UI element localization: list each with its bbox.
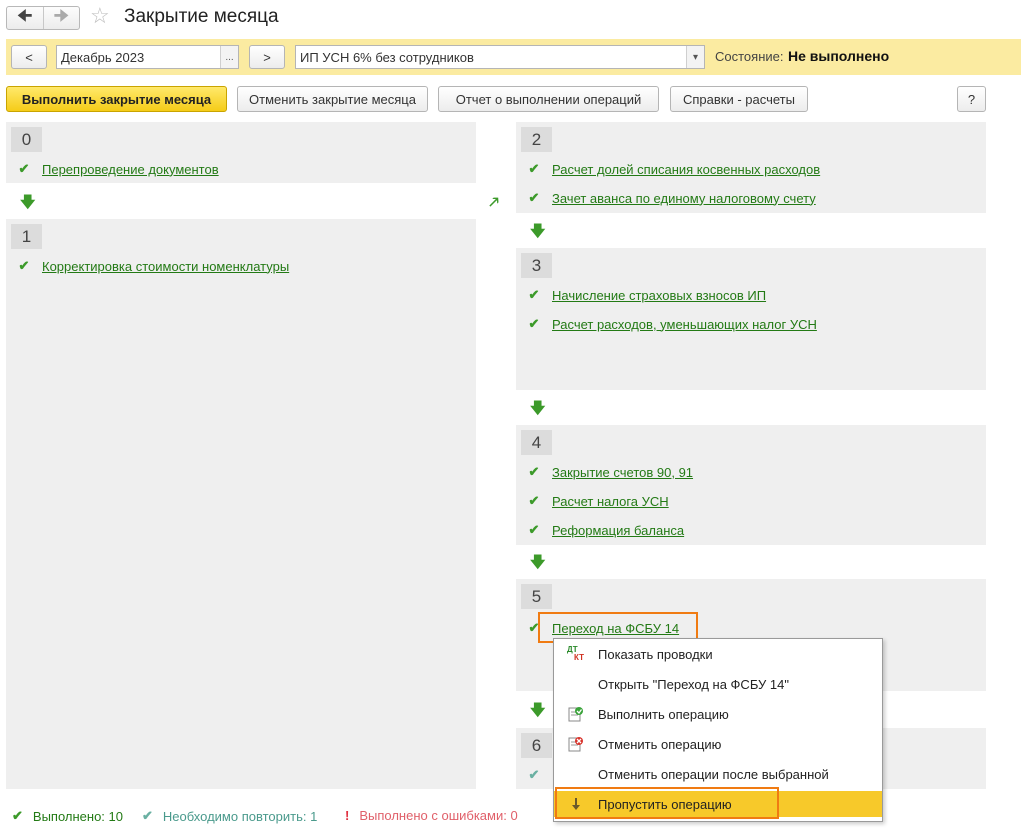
operation-row: ✔	[516, 765, 552, 785]
period-field[interactable]: Декабрь 2023 ...	[56, 45, 239, 69]
status-repeat: ✔ Необходимо повторить: 1	[142, 808, 317, 824]
operation-link[interactable]: Начисление страховых взносов ИП	[552, 288, 766, 303]
down-arrow-icon: 🡇	[530, 400, 546, 417]
dt-kt-icon: ДТ КТ	[567, 645, 584, 662]
prev-period-button[interactable]: <	[11, 45, 47, 69]
organization-value: ИП УСН 6% без сотрудников	[300, 49, 474, 65]
page-title: Закрытие месяца	[124, 6, 279, 27]
stage-4: 4 ✔ Закрытие счетов 90, 91 ✔ Расчет нало…	[516, 425, 986, 545]
stage-number: 1	[11, 224, 42, 249]
menu-item-label: Показать проводки	[598, 646, 713, 662]
menu-item-label: Отменить операции после выбранной	[598, 766, 829, 782]
stage-number: 2	[521, 127, 552, 152]
stage-number: 0	[11, 127, 42, 152]
menu-item-label: Отменить операцию	[598, 736, 722, 752]
execute-month-close-button[interactable]: Выполнить закрытие месяца	[6, 86, 227, 112]
organization-field[interactable]: ИП УСН 6% без сотрудников ▾	[295, 45, 705, 69]
stage-number: 3	[521, 253, 552, 278]
checkmark-icon: ✔	[528, 464, 540, 479]
menu-item-open-operation[interactable]: Открыть "Переход на ФСБУ 14"	[554, 671, 882, 697]
chevron-down-icon[interactable]: ▾	[686, 46, 704, 68]
operation-row: ✔ Корректировка стоимости номенклатуры	[6, 256, 290, 276]
help-button[interactable]: ?	[957, 86, 986, 112]
checkmark-icon: ✔	[12, 808, 23, 823]
menu-item-highlight	[555, 787, 779, 819]
menu-item-label: Выполнить операцию	[598, 706, 729, 722]
cancel-month-close-button[interactable]: Отменить закрытие месяца	[237, 86, 428, 112]
status-repeat-text: Необходимо повторить: 1	[162, 808, 318, 824]
menu-item-label: Открыть "Переход на ФСБУ 14"	[598, 676, 789, 692]
calculations-button[interactable]: Справки - расчеты	[670, 86, 808, 112]
exclamation-icon: !	[345, 808, 350, 823]
checkmark-icon: ✔	[528, 161, 540, 176]
down-arrow-icon: 🡇	[530, 554, 546, 571]
menu-item-cancel-after[interactable]: Отменить операции после выбранной	[554, 761, 882, 787]
status-errors: ! Выполнено с ошибками: 0	[345, 808, 518, 823]
operation-link[interactable]: Перепроведение документов	[42, 162, 219, 177]
menu-item-execute[interactable]: Выполнить операцию	[554, 701, 882, 727]
forward-arrow-icon[interactable]: 🠊	[42, 7, 80, 29]
next-period-button[interactable]: >	[249, 45, 285, 69]
operation-link[interactable]: Закрытие счетов 90, 91	[552, 465, 693, 480]
stage-0: 0 ✔ Перепроведение документов	[6, 122, 476, 183]
checkmark-icon: ✔	[528, 767, 540, 782]
operation-row: ✔ Перепроведение документов	[6, 159, 219, 179]
operation-row: ✔ Реформация баланса	[516, 520, 685, 540]
operation-link[interactable]: Реформация баланса	[552, 523, 684, 538]
stage-number: 6	[521, 733, 552, 758]
status-errors-text: Выполнено с ошибками: 0	[359, 808, 518, 823]
back-arrow-icon[interactable]: 🠈	[7, 7, 43, 29]
operations-report-button[interactable]: Отчет о выполнении операций	[438, 86, 659, 112]
checkmark-icon: ✔	[528, 287, 540, 302]
status-done: ✔ Выполнено: 10	[12, 808, 123, 824]
status-done-text: Выполнено: 10	[32, 808, 123, 824]
diagonal-arrow-icon: 🡕	[489, 194, 499, 211]
checkmark-icon: ✔	[142, 808, 153, 823]
checkmark-icon: ✔	[18, 258, 30, 273]
menu-item-cancel[interactable]: Отменить операцию	[554, 731, 882, 757]
down-arrow-icon: 🡇	[530, 702, 546, 719]
navigation-buttons: 🠈 🠊	[6, 6, 80, 30]
operation-link[interactable]: Расчет налога УСН	[552, 494, 669, 509]
stage-number: 4	[521, 430, 552, 455]
operation-row: ✔ Закрытие счетов 90, 91	[516, 462, 693, 482]
operation-link[interactable]: Корректировка стоимости номенклатуры	[42, 259, 289, 274]
period-value: Декабрь 2023	[61, 49, 145, 65]
period-select-button[interactable]: ...	[220, 46, 238, 68]
operation-row: ✔ Расчет долей списания косвенных расход…	[516, 159, 821, 179]
checkmark-icon: ✔	[528, 493, 540, 508]
favorite-star-icon[interactable]: ☆	[90, 3, 110, 29]
checkmark-icon: ✔	[528, 190, 540, 205]
menu-item-show-postings[interactable]: ДТ КТ Показать проводки	[554, 641, 882, 667]
operation-link[interactable]: Расчет расходов, уменьшающих налог УСН	[552, 317, 817, 332]
stage-2: 2 ✔ Расчет долей списания косвенных расх…	[516, 122, 986, 213]
down-arrow-icon: 🡇	[530, 223, 546, 240]
state-label: Состояние:	[715, 49, 784, 64]
operation-row: ✔ Начисление страховых взносов ИП	[516, 285, 767, 305]
operation-link[interactable]: Зачет аванса по единому налоговому счету	[552, 191, 816, 206]
operation-row: ✔ Зачет аванса по единому налоговому сче…	[516, 188, 816, 208]
stage-3: 3 ✔ Начисление страховых взносов ИП ✔ Ра…	[516, 248, 986, 390]
checkmark-icon: ✔	[18, 161, 30, 176]
stage-1: 1 ✔ Корректировка стоимости номенклатуры	[6, 219, 476, 789]
operation-row: ✔ Расчет расходов, уменьшающих налог УСН	[516, 314, 817, 334]
down-arrow-icon: 🡇	[20, 194, 36, 211]
cancel-operation-icon	[554, 736, 598, 752]
operation-row: ✔ Расчет налога УСН	[516, 491, 669, 511]
checkmark-icon: ✔	[528, 522, 540, 537]
stage-number: 5	[521, 584, 552, 609]
checkmark-icon: ✔	[528, 316, 540, 331]
operation-link[interactable]: Расчет долей списания косвенных расходов	[552, 162, 820, 177]
state-value: Не выполнено	[788, 48, 890, 64]
execute-operation-icon	[554, 706, 598, 722]
